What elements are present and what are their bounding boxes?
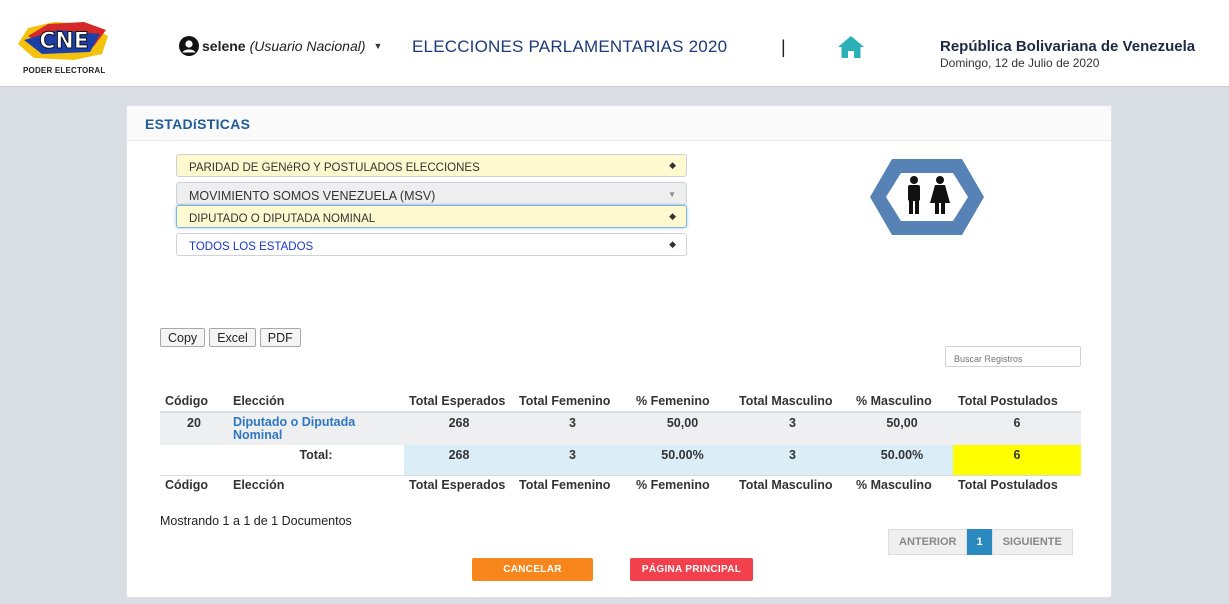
statistics-card: ESTADíSTICAS PARIDAD DE GENéRO Y POSTULA… [126, 105, 1112, 598]
cell-election: Diputado o Diputada Nominal [228, 412, 404, 445]
pdf-button[interactable]: PDF [259, 328, 301, 347]
user-role: (Usuario Nacional) [249, 38, 366, 54]
copy-button[interactable]: Copy [160, 328, 206, 347]
logo-text: CNE [39, 29, 89, 54]
column-header[interactable]: Total Femenino [514, 376, 631, 413]
total-row: Total: 268 3 50.00% 3 50.00% 6 [160, 445, 1081, 475]
column-header[interactable]: Total Masculino [734, 376, 851, 413]
caret-down-icon: ▼ [373, 41, 383, 51]
total-expected: 268 [404, 445, 514, 475]
footer-header: Código [160, 474, 228, 495]
footer-header: Total Esperados [404, 474, 514, 495]
party-value: MOVIMIENTO SOMOS VENEZUELA (MSV) [189, 188, 436, 203]
page-1-button[interactable]: 1 [967, 529, 992, 555]
footer-header: Elección [228, 474, 404, 495]
election-type-select[interactable]: DIPUTADO O DIPUTADA NOMINAL ◆ [176, 205, 687, 228]
column-header[interactable]: % Masculino [851, 376, 953, 413]
table-header-row: Código Elección Total Esperados Total Fe… [160, 376, 1081, 413]
app-title: ELECCIONES PARLAMENTARIAS 2020 [412, 37, 728, 56]
home-icon[interactable] [837, 35, 865, 59]
results-table: Código Elección Total Esperados Total Fe… [160, 376, 1081, 495]
sort-arrows-icon: ◆ [669, 239, 676, 249]
sort-arrows-icon: ◆ [669, 160, 676, 170]
footer-header: Total Masculino [734, 474, 851, 495]
cancel-button[interactable]: CANCELAR [472, 558, 593, 581]
election-type-value: DIPUTADO O DIPUTADA NOMINAL [189, 212, 376, 225]
country-name: República Bolivariana de Venezuela [940, 38, 1196, 55]
cell-pct-female: 50,00 [631, 412, 734, 445]
total-label: Total: [299, 448, 333, 462]
header-separator: | [781, 37, 786, 57]
chevron-down-icon: ▼ [668, 190, 676, 199]
report-type-select[interactable]: PARIDAD DE GENéRO Y POSTULADOS ELECCIONE… [176, 154, 687, 177]
cell-total-male: 3 [734, 412, 851, 445]
cell-total-candidates: 6 [953, 412, 1081, 445]
excel-button[interactable]: Excel [209, 328, 256, 347]
pagination: ANTERIOR 1 SIGUIENTE [888, 529, 1073, 555]
cell-pct-male: 50,00 [851, 412, 953, 445]
total-empty-cell [160, 445, 228, 475]
table-row[interactable]: 20 Diputado o Diputada Nominal 268 3 50,… [160, 412, 1081, 445]
sort-arrows-icon: ◆ [669, 211, 676, 221]
records-info: Mostrando 1 a 1 de 1 Documentos [160, 514, 352, 528]
user-menu[interactable]: selene (Usuario Nacional) ▼ [179, 36, 382, 56]
column-header[interactable]: Elección [228, 376, 404, 413]
total-candidates: 6 [953, 445, 1081, 475]
next-page-button[interactable]: SIGUIENTE [991, 529, 1073, 555]
previous-page-button[interactable]: ANTERIOR [888, 529, 968, 555]
column-header[interactable]: Total Esperados [404, 376, 514, 413]
total-female: 3 [514, 445, 631, 475]
total-pct-female: 50.00% [631, 445, 734, 475]
column-header[interactable]: Código [160, 376, 228, 413]
footer-header: % Femenino [631, 474, 734, 495]
user-icon [179, 36, 199, 56]
column-header[interactable]: % Femenino [631, 376, 734, 413]
state-value: TODOS LOS ESTADOS [189, 240, 314, 253]
logo-subtitle: PODER ELECTORAL [23, 66, 106, 75]
cell-total-expected: 268 [404, 412, 514, 445]
footer-header: Total Femenino [514, 474, 631, 495]
cne-logo[interactable]: CNE PODER ELECTORAL [14, 14, 114, 78]
user-name: selene [202, 38, 246, 54]
current-date: Domingo, 12 de Julio de 2020 [940, 56, 1100, 70]
footer-header: Total Postulados [953, 474, 1081, 495]
cell-total-female: 3 [514, 412, 631, 445]
state-select[interactable]: TODOS LOS ESTADOS ◆ [176, 233, 687, 256]
table-footer-row: Código Elección Total Esperados Total Fe… [160, 474, 1081, 495]
column-header[interactable]: Total Postulados [953, 376, 1081, 413]
gender-parity-icon [870, 159, 984, 235]
total-pct-male: 50.00% [851, 445, 953, 475]
cell-code: 20 [160, 412, 228, 445]
card-title: ESTADíSTICAS [145, 116, 251, 132]
export-buttons: Copy Excel PDF [160, 328, 301, 347]
total-male: 3 [734, 445, 851, 475]
top-bar: CNE PODER ELECTORAL selene (Usuario Naci… [0, 0, 1229, 87]
card-header: ESTADíSTICAS [127, 106, 1111, 141]
party-select[interactable]: MOVIMIENTO SOMOS VENEZUELA (MSV) ▼ [176, 182, 687, 205]
report-type-value: PARIDAD DE GENéRO Y POSTULADOS ELECCIONE… [189, 161, 480, 174]
main-page-button[interactable]: PÁGINA PRINCIPAL [630, 558, 753, 581]
search-input[interactable] [945, 346, 1081, 367]
footer-header: % Masculino [851, 474, 953, 495]
